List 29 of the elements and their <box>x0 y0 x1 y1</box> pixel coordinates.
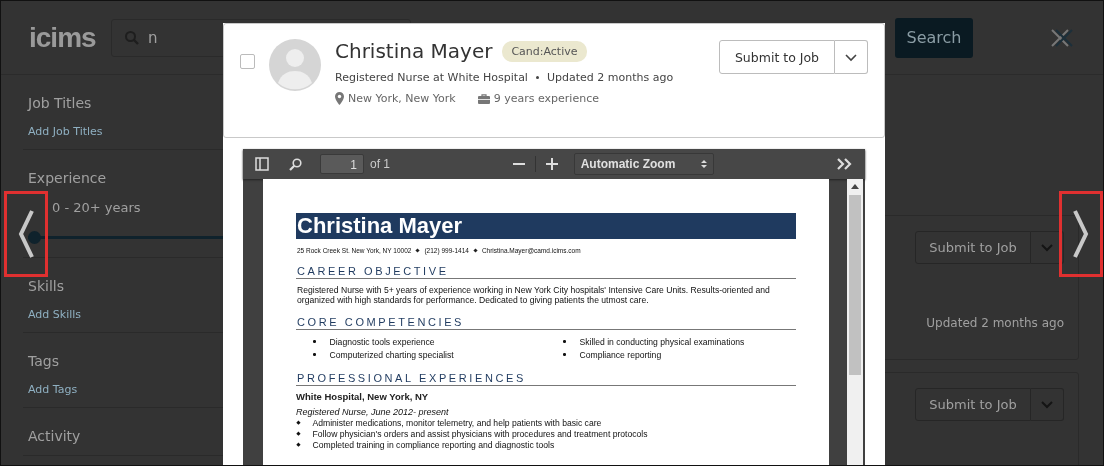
logo: icims <box>29 21 97 54</box>
filter-title: Job Titles <box>28 95 93 111</box>
list-item: Diagnostic tools experience <box>329 336 435 347</box>
experience-text: 9 years experience <box>493 92 599 105</box>
list-item: Compliance reporting <box>579 349 662 360</box>
list-item: Administer medications, monitor telemetry, and help patients with basic care <box>312 417 602 428</box>
section-heading: PROFESSIONAL EXPERIENCES <box>296 372 796 386</box>
resume-name: Christina Mayer <box>296 213 796 239</box>
updated-text: Updated 2 months ago <box>546 71 674 84</box>
list-item: Skilled in conducting physical examinations <box>579 336 745 347</box>
filter-title: Experience <box>28 170 108 186</box>
role-text: Registered Nurse, June 2012- present <box>296 407 450 417</box>
page-count: of 1 <box>370 157 390 171</box>
section-text: Registered Nurse with 5+ years of experience working in New York City hospitals' Intensive Care Units. Results-oriented and organized with high standards for performance. Dedicated to giving patients the utmost care. <box>297 285 771 305</box>
filter-title: Activity <box>28 428 82 444</box>
section-heading: CORE COMPETENCIES <box>296 316 796 330</box>
list-item: Follow physician's orders and assist physicians with procedures and treatment protocols <box>312 428 648 439</box>
list-item: Computerized charting specialist <box>329 349 454 360</box>
range-label: 0 - 20+ years <box>51 200 142 215</box>
section-heading: CAREER OBJECTIVE <box>296 265 796 279</box>
candidate-name: Christina Mayer <box>335 39 493 63</box>
location-text: New York, New York <box>348 92 456 105</box>
status-badge: Cand:Active <box>502 40 587 62</box>
employer-text: White Hospital, New York, NY <box>296 391 430 402</box>
updated-text: Updated 2 months ago <box>926 316 1064 330</box>
filter-title: Tags <box>28 353 60 369</box>
filter-title: Skills <box>28 278 65 294</box>
list-item: Completed training in compliance reporting and diagnostic tools <box>312 439 555 450</box>
candidate-headline: Registered Nurse at White Hospital <box>335 71 528 84</box>
